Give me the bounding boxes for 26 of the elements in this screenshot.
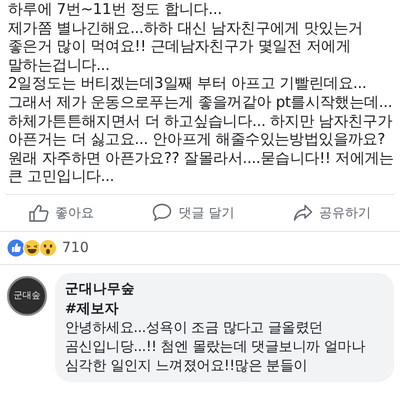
post-text-line: 원래 자주하면 아픈가요?? 잘몰라서....묻습니다!! 저에게는 <box>8 148 394 168</box>
post-text-line: 말하는겁니다... <box>8 56 111 74</box>
post-text-line: 2일정도는 버티겠는데3일째 부터 아프고 기빨린데요... <box>8 74 368 93</box>
post-text-line: 좋은거 많이 먹여요!! 근데남자친구가 몇일전 저에게 <box>8 37 352 56</box>
like-reaction-icon <box>7 238 25 257</box>
reaction-count[interactable]: 710 <box>62 240 89 256</box>
post-text-line: 제가쫌 별나긴해요...하하 대신 남자친구에게 맛있는거 <box>8 18 364 38</box>
share-arrow-icon <box>292 204 313 222</box>
comment-hashtag[interactable]: #제보자 <box>65 298 386 319</box>
comment-text-line: 심각한 일인지 느껴졌어요!!많은 분들이 <box>65 356 308 376</box>
post-text-line: 큰 고민입니다... <box>8 167 116 186</box>
post-text-line: 하루에 7번~11번 정도 합니다... <box>8 0 223 19</box>
avatar[interactable]: 군대숲 <box>7 276 47 316</box>
post-text-line: 아픈거는 더 싫고요... 안아프게 해줄수있는방법있을까요? <box>8 130 386 149</box>
speech-bubble-icon <box>152 203 172 222</box>
post-text-line: 그래서 제가 운동으로푸는게 좋을꺼같아 pt를시작했는데... <box>8 92 394 112</box>
laughing-face-icon <box>23 238 41 257</box>
thumbs-up-icon <box>29 204 50 222</box>
comment-text-line: 곰신입니당...!! 첨엔 몰랐는데 댓글보니까 얼마나 <box>65 338 366 357</box>
comment-text-line: 안녕하세요...성욕이 조금 많다고 글올렸던 <box>65 318 324 338</box>
post-text-line: 하체가튼튼해지면서 더 하고싶습니다... 하지만 남자친구가 <box>8 112 394 130</box>
surprised-face-icon <box>39 238 57 257</box>
share-button[interactable]: 공유하기 <box>286 200 377 226</box>
comment-button[interactable]: 댓글 달기 <box>146 199 241 226</box>
comment-author[interactable]: 군대나무숲 <box>65 278 386 299</box>
like-button[interactable]: 좋아요 <box>23 200 100 226</box>
